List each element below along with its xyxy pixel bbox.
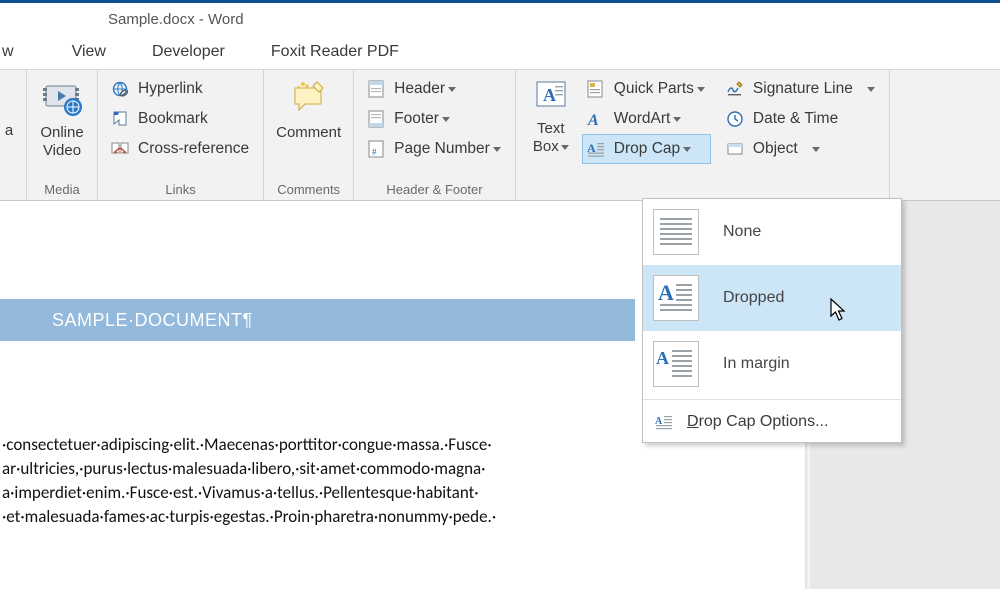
chevron-down-icon — [867, 87, 875, 92]
ribbon-cut-right — [889, 70, 909, 200]
group-label-links: Links — [165, 180, 195, 200]
group-label-media: Media — [44, 180, 79, 200]
group-header-footer: Header Footer # Page Number Header & Foo… — [354, 70, 516, 200]
chevron-down-icon — [561, 145, 569, 150]
cross-reference-icon — [110, 139, 130, 159]
group-links: Hyperlink Bookmark Cross-reference Links — [98, 70, 264, 200]
chevron-down-icon — [812, 147, 820, 152]
window-title: Sample.docx - Word — [108, 11, 244, 28]
svg-text:A: A — [656, 348, 669, 368]
ribbon-cut-left: a . — [0, 70, 27, 200]
hyperlink-icon — [110, 79, 130, 99]
quick-parts-button[interactable]: Quick Parts — [582, 74, 711, 104]
bookmark-icon — [110, 109, 130, 129]
svg-text:A: A — [658, 280, 674, 305]
hyperlink-button[interactable]: Hyperlink — [106, 74, 255, 104]
page-number-button[interactable]: # Page Number — [362, 134, 507, 164]
document-body-text[interactable]: ·consectetuer·adipiscing·elit.·Maecenas·… — [2, 433, 642, 529]
quick-parts-icon — [586, 79, 606, 99]
date-time-icon — [725, 109, 745, 129]
tab-foxit-reader[interactable]: Foxit Reader PDF — [245, 39, 419, 65]
signature-line-button[interactable]: Signature Line — [721, 74, 881, 104]
tab-developer[interactable]: Developer — [126, 39, 245, 65]
tab-view[interactable]: View — [34, 39, 126, 65]
chevron-down-icon — [697, 87, 705, 92]
tab-cutoff[interactable]: w — [2, 39, 34, 65]
signature-line-icon — [725, 79, 745, 99]
online-video-icon — [40, 76, 84, 124]
object-button[interactable]: Object — [721, 134, 881, 164]
text-box-icon: A — [531, 76, 571, 120]
document-heading[interactable]: SAMPLE·DOCUMENT¶ — [0, 299, 635, 341]
drop-cap-options-icon: A — [653, 413, 675, 431]
comment-icon — [287, 76, 331, 124]
object-icon — [725, 139, 745, 159]
mouse-cursor — [830, 298, 848, 320]
ribbon: a . Online Video Me — [0, 69, 1000, 201]
drop-cap-dropped[interactable]: A Dropped — [643, 265, 901, 331]
text-box-button[interactable]: A Text Box — [524, 74, 578, 158]
chevron-down-icon — [493, 147, 501, 152]
page-number-icon: # — [366, 139, 386, 159]
footer-button[interactable]: Footer — [362, 104, 507, 134]
drop-cap-menu: None A Dropped A — [642, 198, 902, 443]
text-box-label: Text Box — [533, 120, 569, 156]
drop-cap-options[interactable]: A Drop Cap Options... — [643, 402, 901, 442]
header-icon — [366, 79, 386, 99]
group-text: A Text Box Quick Parts A Word — [516, 70, 889, 200]
drop-cap-in-margin-icon: A — [653, 341, 699, 387]
footer-icon — [366, 109, 386, 129]
cutoff-button[interactable]: a — [0, 74, 18, 160]
svg-text:A: A — [543, 85, 556, 105]
drop-cap-in-margin[interactable]: A In margin — [643, 331, 901, 397]
chevron-down-icon — [673, 117, 681, 122]
menu-separator — [643, 399, 901, 400]
date-time-button[interactable]: Date & Time — [721, 104, 881, 134]
drop-cap-dropped-icon: A — [653, 275, 699, 321]
bookmark-button[interactable]: Bookmark — [106, 104, 255, 134]
group-label-hf: Header & Footer — [386, 180, 482, 200]
title-bar: Sample.docx - Word — [0, 3, 1000, 35]
drop-cap-none-icon — [653, 209, 699, 255]
chevron-down-icon — [448, 87, 456, 92]
online-video-button[interactable]: Online Video — [35, 74, 89, 162]
group-comments: Comment Comments — [264, 70, 354, 200]
online-video-label: Online Video — [40, 124, 83, 160]
ribbon-tabs: w View Developer Foxit Reader PDF — [0, 35, 1000, 69]
comment-label: Comment — [276, 124, 341, 142]
group-media: Online Video Media — [27, 70, 98, 200]
cross-reference-button[interactable]: Cross-reference — [106, 134, 255, 164]
drop-cap-icon: A — [586, 139, 606, 159]
header-button[interactable]: Header — [362, 74, 507, 104]
chevron-down-icon — [683, 147, 691, 152]
wordart-button[interactable]: A WordArt — [582, 104, 711, 134]
svg-text:A: A — [587, 112, 599, 129]
comment-button[interactable]: Comment — [272, 74, 345, 144]
chevron-down-icon — [442, 117, 450, 122]
group-label-comments: Comments — [277, 180, 340, 200]
svg-text:#: # — [372, 147, 377, 157]
wordart-icon: A — [586, 109, 606, 129]
drop-cap-button[interactable]: A Drop Cap — [582, 134, 711, 164]
drop-cap-none[interactable]: None — [643, 199, 901, 265]
